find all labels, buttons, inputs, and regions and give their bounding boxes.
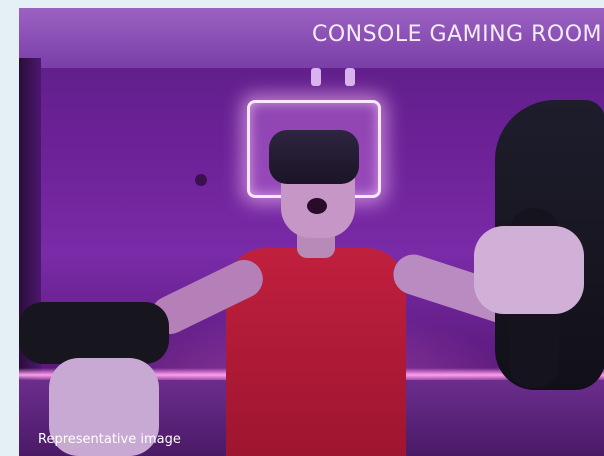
right-hand	[474, 226, 584, 314]
room-title: CONSOLE GAMING ROOM	[311, 22, 602, 47]
left-vr-controller	[19, 302, 169, 364]
representative-image-caption: Representative image	[38, 432, 181, 447]
vr-player	[19, 8, 604, 456]
open-mouth	[307, 198, 327, 214]
vr-headset	[269, 130, 359, 184]
title-overlay: CONSOLE GAMING ROOM	[19, 8, 604, 68]
gaming-room-photo: CONSOLE GAMING ROOM Representative image	[19, 8, 604, 456]
